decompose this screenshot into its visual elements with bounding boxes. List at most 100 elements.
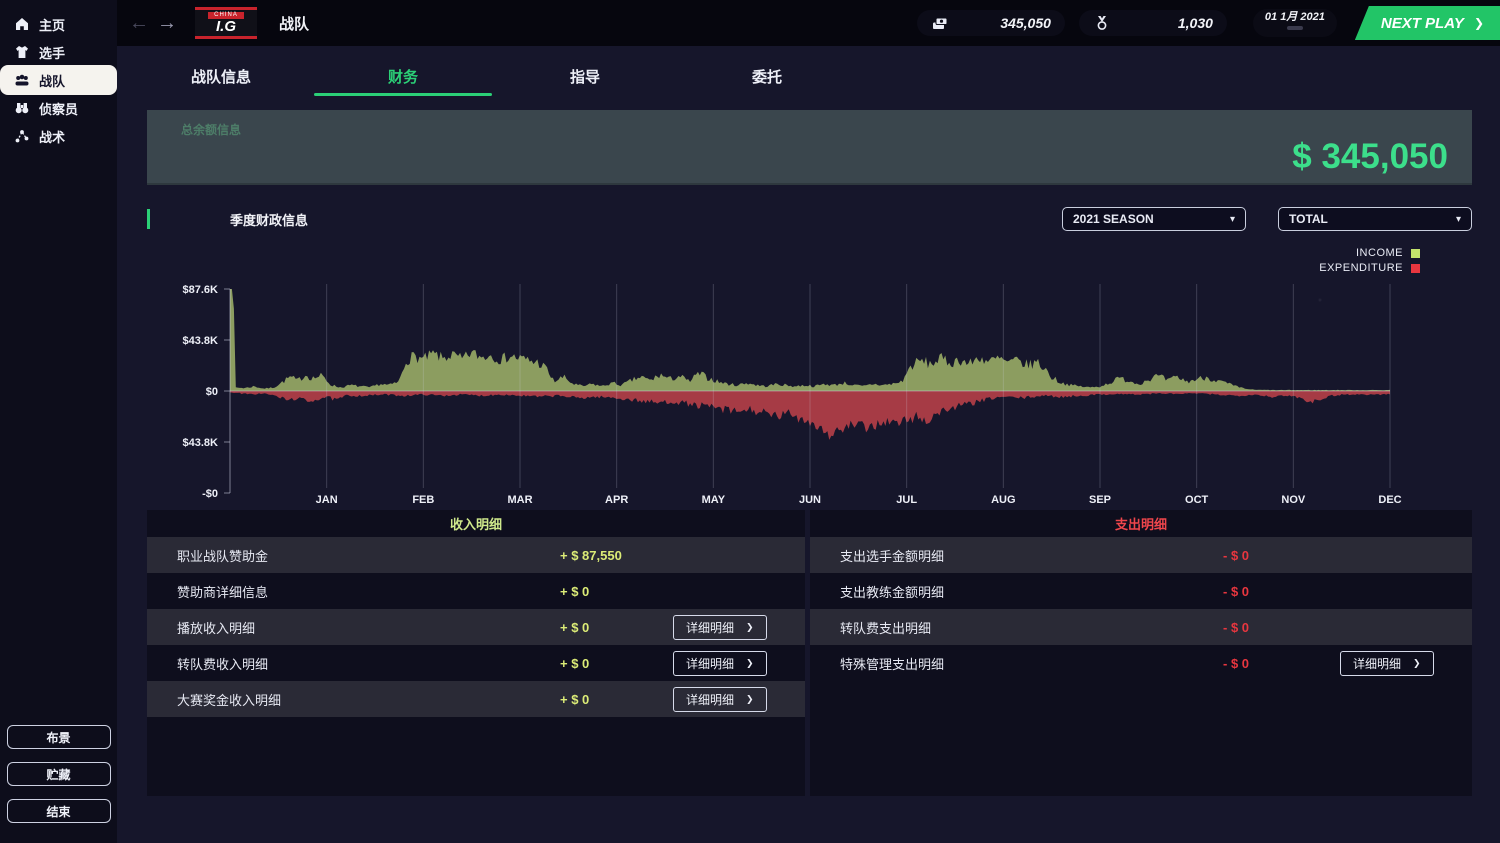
detail-button[interactable]: 详细明细 ❯ [673, 615, 767, 640]
table-row: 支出选手金额明细 - $ 0 [810, 537, 1472, 573]
y-tick-label: $87.6K [183, 284, 219, 296]
season-dropdown[interactable]: 2021 SEASON ▾ [1062, 207, 1246, 231]
month-label: APR [605, 494, 628, 506]
sidebar-item-team[interactable]: 战队 [2, 67, 115, 93]
income-legend-swatch [1411, 249, 1420, 258]
row-value: + $ 0 [560, 656, 673, 671]
expenditure-legend-swatch [1411, 264, 1420, 273]
shirt-icon [14, 44, 30, 60]
storage-button[interactable]: 贮藏 [7, 762, 111, 786]
medal-count: 1,030 [1111, 15, 1213, 31]
chevron-right-icon: ❯ [746, 622, 754, 633]
month-label: SEP [1089, 494, 1111, 506]
expenditure-table: 支出明细 支出选手金额明细 - $ 0 支出教练金额明细 - $ 0 转队费支出… [810, 510, 1472, 796]
y-tick-label: $43.8K [183, 335, 219, 347]
money-count: 345,050 [949, 15, 1051, 31]
end-button[interactable]: 结束 [7, 799, 111, 823]
sidebar-item-label: 主页 [39, 15, 65, 34]
sidebar: 主页 选手 战队 侦察员 战术 布景 贮藏 结束 [0, 0, 117, 843]
month-label: FEB [412, 494, 434, 506]
chevron-right-icon: ❯ [1413, 658, 1421, 669]
month-label: JUL [896, 494, 917, 506]
sidebar-nav: 主页 选手 战队 侦察员 战术 [0, 0, 117, 150]
sidebar-item-players[interactable]: 选手 [2, 39, 115, 65]
income-table-title: 收入明细 [147, 510, 805, 537]
sidebar-item-label: 选手 [39, 43, 65, 62]
expenditure-table-title: 支出明细 [810, 510, 1472, 537]
tactics-icon [14, 128, 30, 144]
chart-filters: 2021 SEASON ▾ TOTAL ▾ [1062, 207, 1472, 231]
season-dropdown-value: 2021 SEASON [1073, 212, 1154, 226]
total-dropdown-value: TOTAL [1289, 212, 1328, 226]
chevron-right-icon: ❯ [1474, 16, 1484, 30]
income-table: 收入明细 职业战队赞助金 + $ 87,550 赞助商详细信息 + $ 0 播放… [147, 510, 805, 796]
section-accent-bar [147, 209, 150, 229]
row-label: 转队费收入明细 [177, 654, 560, 673]
legend-expenditure-label: EXPENDITURE [1319, 262, 1403, 274]
row-value: - $ 0 [1223, 584, 1340, 599]
next-play-button[interactable]: NEXT PLAY ❯ [1355, 6, 1500, 40]
legend-expenditure: EXPENDITURE [1319, 262, 1420, 274]
chevron-down-icon: ▾ [1230, 214, 1235, 225]
app-root: 主页 选手 战队 侦察员 战术 布景 贮藏 结束 [0, 0, 1500, 843]
sidebar-bottom-buttons: 布景 贮藏 结束 [0, 725, 117, 823]
back-arrow-icon[interactable]: ← [125, 12, 153, 35]
date-display: 01 1月 2021 [1253, 9, 1337, 37]
detail-button[interactable]: 详细明细 ❯ [673, 651, 767, 676]
row-label: 特殊管理支出明细 [840, 654, 1223, 673]
month-label: OCT [1185, 494, 1209, 506]
sidebar-item-label: 战术 [39, 127, 65, 146]
detail-button[interactable]: 详细明细 ❯ [673, 687, 767, 712]
page-title: 战队 [279, 13, 309, 34]
total-dropdown[interactable]: TOTAL ▾ [1278, 207, 1472, 231]
row-value: - $ 0 [1223, 656, 1340, 671]
money-counter: 345,050 [917, 10, 1065, 36]
month-label: MAR [507, 494, 532, 506]
tab-coaching[interactable]: 指导 [494, 60, 676, 96]
row-value: + $ 0 [560, 620, 673, 635]
table-row: 转队费收入明细 + $ 0 详细明细 ❯ [147, 645, 805, 681]
binoculars-icon [14, 100, 30, 116]
table-row: 播放收入明细 + $ 0 详细明细 ❯ [147, 609, 805, 645]
detail-button-label: 详细明细 [686, 691, 734, 708]
finance-area-chart: JANFEBMARAPRMAYJUNJULAUGSEPOCTNOVDEC$87.… [147, 276, 1472, 508]
table-row: 转队费支出明细 - $ 0 [810, 609, 1472, 645]
sidebar-item-label: 侦察员 [39, 99, 78, 118]
tab-bar: 战队信息 财务 指导 委托 [117, 60, 1500, 96]
legend-income-label: INCOME [1356, 247, 1403, 259]
row-label: 职业战队赞助金 [177, 546, 560, 565]
row-label: 大赛奖金收入明细 [177, 690, 560, 709]
medal-counter: 1,030 [1079, 10, 1227, 36]
tab-team-info[interactable]: 战队信息 [130, 60, 312, 96]
topbar-counters: 345,050 1,030 [917, 10, 1227, 36]
sidebar-item-scouts[interactable]: 侦察员 [2, 95, 115, 121]
section-title: 季度财政信息 [230, 210, 308, 229]
next-play-label: NEXT PLAY [1381, 15, 1464, 32]
tab-finance[interactable]: 财务 [312, 60, 494, 96]
balance-label: 总余额信息 [181, 121, 241, 138]
balance-amount: $ 345,050 [1292, 137, 1448, 177]
finance-chart-area: JANFEBMARAPRMAYJUNJULAUGSEPOCTNOVDEC$87.… [147, 276, 1472, 508]
team-logo: CHINA I.G [195, 7, 257, 39]
legend-income: INCOME [1356, 247, 1420, 259]
sidebar-item-tactics[interactable]: 战术 [2, 123, 115, 149]
scenery-button[interactable]: 布景 [7, 725, 111, 749]
detail-button-label: 详细明细 [686, 619, 734, 636]
month-label: DEC [1378, 494, 1401, 506]
y-tick-label: $43.8K [183, 437, 219, 449]
detail-button[interactable]: 详细明细 ❯ [1340, 651, 1434, 676]
row-label: 支出教练金额明细 [840, 582, 1223, 601]
table-row: 大赛奖金收入明细 + $ 0 详细明细 ❯ [147, 681, 805, 717]
medal-icon [1093, 14, 1111, 32]
y-tick-label: $0 [206, 386, 218, 398]
forward-arrow-icon[interactable]: → [153, 12, 181, 35]
chevron-right-icon: ❯ [746, 658, 754, 669]
sidebar-item-home[interactable]: 主页 [2, 11, 115, 37]
row-value: + $ 0 [560, 584, 673, 599]
table-row: 赞助商详细信息 + $ 0 [147, 573, 805, 609]
row-value: - $ 0 [1223, 620, 1340, 635]
tab-commission[interactable]: 委托 [676, 60, 858, 96]
finance-section-header: 季度财政信息 2021 SEASON ▾ TOTAL ▾ [147, 207, 1472, 231]
topbar: ← → CHINA I.G 战队 345,050 1,030 01 1月 202… [117, 0, 1500, 46]
row-label: 支出选手金额明细 [840, 546, 1223, 565]
